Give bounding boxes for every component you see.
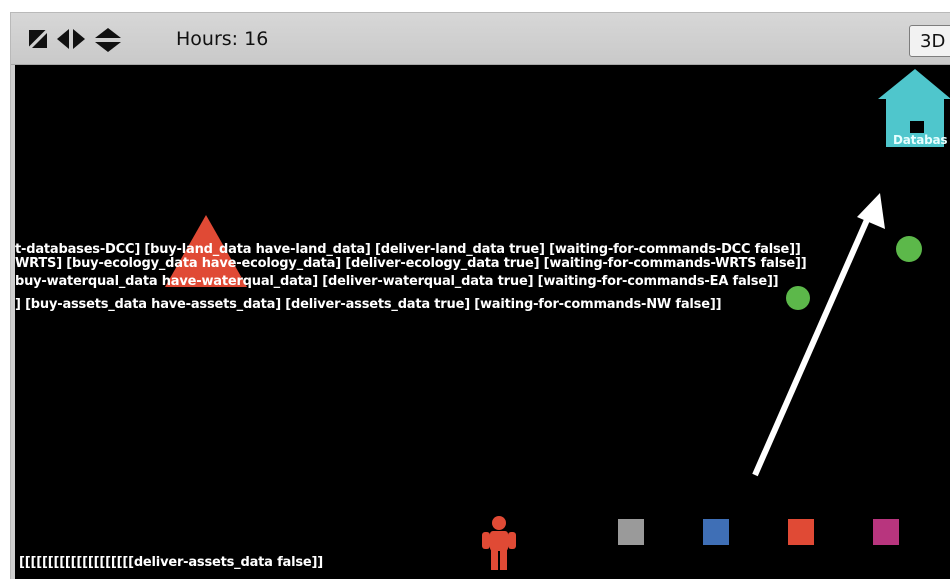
link-arrow — [752, 193, 885, 477]
database-label: Databas — [893, 133, 948, 147]
hours-counter: Hours: 16 — [176, 28, 269, 50]
view-3d-button[interactable]: 3D — [909, 25, 950, 57]
agent-label-dcc: t-databases-DCC] [buy-land_data have-lan… — [15, 242, 801, 257]
world-view[interactable]: Databas t-databases-DCC] [buy-land_data … — [15, 65, 950, 579]
agent-label-ea: buy-waterqual_data have-waterqual_data] … — [15, 274, 779, 289]
red-patch — [788, 519, 814, 545]
vertical-arrows-icon[interactable] — [94, 28, 122, 52]
agent-label-stacked: [[[[[[[[[[[[[[[[[[[[deliver-assets_data … — [19, 555, 323, 570]
view-toolbar: Hours: 16 3D — [11, 13, 950, 65]
gray-patch — [618, 519, 644, 545]
netlogo-view-window: Hours: 16 3D Databas t-databases-DCC] [b… — [10, 12, 950, 579]
diagonal-arrow-icon[interactable] — [27, 28, 49, 50]
person-agent[interactable] — [481, 515, 517, 571]
blue-patch — [703, 519, 729, 545]
agent-label-wrts: WRTS] [buy-ecology_data have-ecology_dat… — [15, 256, 807, 271]
green-agent-1[interactable] — [895, 235, 923, 263]
magenta-patch — [873, 519, 899, 545]
agent-label-nw: ] [buy-assets_data have-assets_data] [de… — [15, 297, 722, 312]
horizontal-arrows-icon[interactable] — [56, 28, 86, 50]
